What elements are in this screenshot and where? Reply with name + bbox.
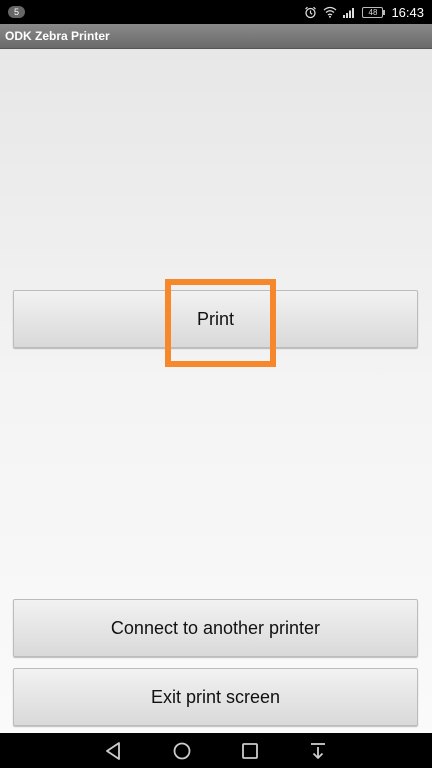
status-time: 16:43 xyxy=(391,4,424,20)
connect-printer-button[interactable]: Connect to another printer xyxy=(13,599,418,657)
notification-count-badge: 5 xyxy=(8,6,25,18)
wifi-icon xyxy=(323,6,337,18)
back-icon[interactable] xyxy=(103,741,125,761)
app-title-bar: ODK Zebra Printer xyxy=(0,24,432,49)
app-title: ODK Zebra Printer xyxy=(5,29,110,43)
main-content: Print Connect to another printer Exit pr… xyxy=(0,49,432,733)
connect-printer-button-label: Connect to another printer xyxy=(110,617,321,638)
print-button-label: Print xyxy=(196,308,234,329)
status-icons: 48 16:43 xyxy=(304,5,424,20)
battery-icon: 48 xyxy=(362,6,386,18)
signal-icon xyxy=(343,6,356,18)
status-bar: 5 48 16:43 xyxy=(0,0,432,24)
navigation-bar xyxy=(0,733,432,768)
alarm-icon xyxy=(304,6,317,19)
print-button[interactable]: Print xyxy=(13,290,418,348)
exit-print-screen-button[interactable]: Exit print screen xyxy=(13,668,418,726)
recents-icon[interactable] xyxy=(239,740,261,762)
home-icon[interactable] xyxy=(171,740,193,762)
battery-level: 48 xyxy=(362,6,384,18)
exit-print-screen-button-label: Exit print screen xyxy=(150,686,281,707)
notifications-pull-icon[interactable] xyxy=(307,740,329,762)
